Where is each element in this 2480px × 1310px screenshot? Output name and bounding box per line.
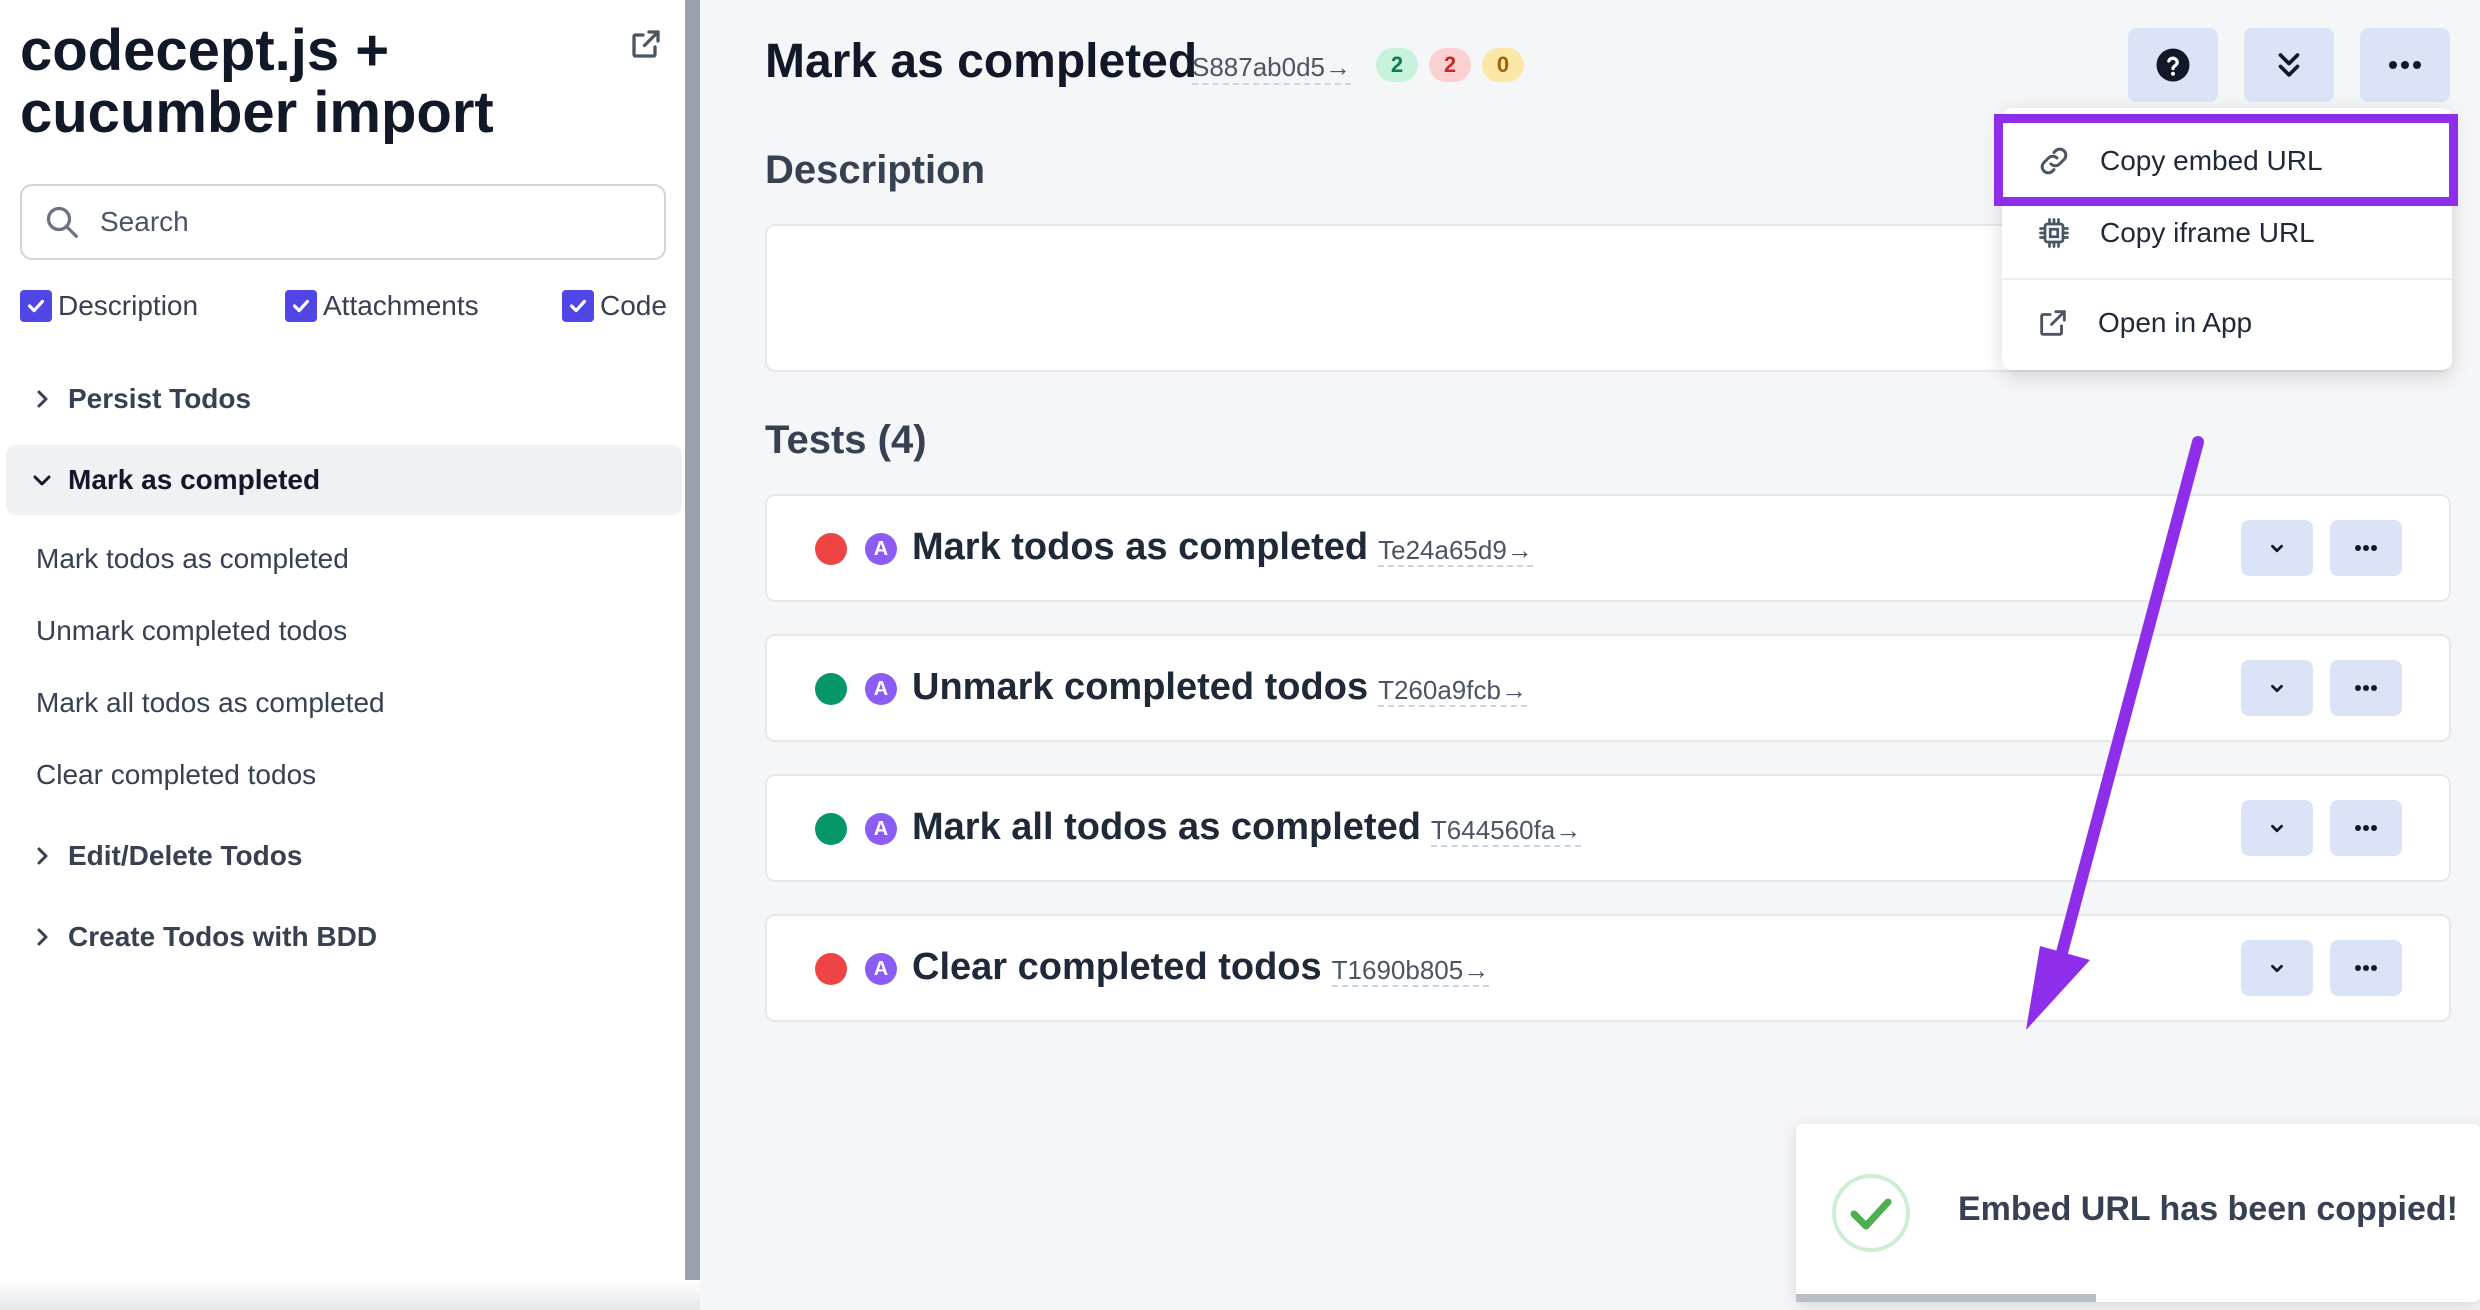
menu-label: Open in App — [2098, 307, 2253, 338]
filter-label: Code — [600, 290, 667, 321]
filter-code[interactable]: Code — [562, 290, 667, 322]
collapse-all-button[interactable] — [2244, 28, 2334, 102]
filter-attachments[interactable]: Attachments — [285, 290, 479, 322]
suite-id-link[interactable]: S887ab0d5→ — [1192, 52, 1352, 85]
status-passed-dot — [815, 813, 847, 845]
external-link-icon[interactable] — [628, 26, 664, 62]
filter-label: Description — [58, 290, 199, 321]
test-title[interactable]: Mark todos as completed Te24a65d9→ — [912, 526, 1533, 569]
more-horizontal-icon — [2355, 545, 2377, 551]
chevrons-down-icon — [2278, 53, 2300, 77]
description-heading: Description — [765, 148, 986, 192]
test-id-link[interactable]: T644560fa→ — [1430, 815, 1582, 847]
test-title[interactable]: Mark all todos as completed T644560fa→ — [912, 806, 1582, 849]
project-title: codecept.js + cucumber import — [20, 18, 494, 145]
tests-heading: Tests (4) — [765, 418, 927, 462]
checkbox-checked-icon[interactable] — [20, 290, 52, 322]
expand-test-button[interactable] — [2241, 660, 2313, 716]
automated-badge: A — [865, 953, 897, 985]
test-row[interactable]: A Mark todos as completed Te24a65d9→ — [765, 494, 2451, 602]
search-box[interactable] — [20, 184, 666, 260]
tree-suite-create-todos-bdd[interactable]: Create Todos with BDD — [0, 902, 682, 972]
chevron-down-icon — [2271, 544, 2283, 553]
test-row[interactable]: A Clear completed todos T1690b805→ — [765, 914, 2451, 1022]
tree-label: Mark as completed — [68, 464, 321, 495]
more-horizontal-icon — [2355, 965, 2377, 971]
tree-test-item[interactable]: Mark todos as completed — [36, 543, 349, 575]
suite-title: Mark as completed — [765, 35, 1198, 88]
chevron-right-icon — [37, 390, 48, 408]
search-icon — [46, 206, 78, 238]
tree-label: Persist Todos — [68, 383, 252, 414]
tree-test-item[interactable]: Unmark completed todos — [36, 615, 347, 647]
expand-test-button[interactable] — [2241, 800, 2313, 856]
status-passed-dot — [815, 673, 847, 705]
automated-badge: A — [865, 813, 897, 845]
test-more-button[interactable] — [2330, 520, 2402, 576]
more-horizontal-icon — [2389, 61, 2421, 69]
passed-count-badge: 2 — [1376, 48, 1418, 82]
automated-badge: A — [865, 533, 897, 565]
more-horizontal-icon — [2355, 825, 2377, 831]
menu-label: Copy iframe URL — [2100, 217, 2315, 248]
filter-description[interactable]: Description — [20, 290, 198, 322]
chevron-down-icon — [2271, 964, 2283, 973]
toast-notification: Embed URL has been coppied! — [1796, 1124, 2480, 1302]
chip-icon — [2039, 218, 2069, 248]
annotation-highlight-box — [1994, 114, 2458, 206]
test-more-button[interactable] — [2330, 940, 2402, 996]
help-circle-icon — [2156, 48, 2190, 82]
test-id-link[interactable]: Te24a65d9→ — [1378, 535, 1533, 567]
test-title[interactable]: Unmark completed todos T260a9fcb→ — [912, 666, 1527, 709]
status-failed-dot — [815, 533, 847, 565]
test-name-text: Mark all todos as completed — [912, 806, 1421, 848]
skipped-count-badge: 0 — [1482, 48, 1524, 82]
test-id-link[interactable]: T1690b805→ — [1331, 955, 1490, 987]
chevron-down-icon — [2271, 824, 2283, 833]
tree-test-item[interactable]: Clear completed todos — [36, 759, 316, 791]
menu-open-in-app[interactable]: Open in App — [2002, 280, 2452, 366]
help-button[interactable] — [2128, 28, 2218, 102]
test-row[interactable]: A Mark all todos as completed T644560fa→ — [765, 774, 2451, 882]
more-horizontal-icon — [2355, 685, 2377, 691]
sidebar: codecept.js + cucumber import Descriptio… — [0, 0, 700, 1310]
expand-test-button[interactable] — [2241, 940, 2313, 996]
tree-suite-mark-as-completed[interactable]: Mark as completed — [6, 445, 682, 515]
expand-test-button[interactable] — [2241, 520, 2313, 576]
chevron-right-icon — [37, 928, 48, 946]
tree-suite-edit-delete-todos[interactable]: Edit/Delete Todos — [0, 821, 682, 891]
search-input[interactable] — [100, 206, 620, 238]
filter-checkboxes: Description Attachments Code — [20, 290, 667, 330]
chevron-right-icon — [37, 847, 48, 865]
toast-progress-bar — [1796, 1294, 2096, 1302]
test-id-link[interactable]: T260a9fcb→ — [1378, 675, 1527, 707]
toast-message: Embed URL has been coppied! — [1958, 1190, 2459, 1228]
automated-badge: A — [865, 673, 897, 705]
chevron-down-icon — [2271, 684, 2283, 693]
external-link-icon — [2040, 310, 2066, 336]
checkbox-checked-icon[interactable] — [285, 290, 317, 322]
tree-label: Edit/Delete Todos — [68, 840, 303, 871]
status-failed-dot — [815, 953, 847, 985]
success-check-icon — [1832, 1174, 1910, 1252]
tree-label: Create Todos with BDD — [68, 921, 378, 952]
test-row[interactable]: A Unmark completed todos T260a9fcb→ — [765, 634, 2451, 742]
test-more-button[interactable] — [2330, 800, 2402, 856]
chevron-down-icon — [33, 475, 51, 486]
test-name-text: Clear completed todos — [912, 946, 1322, 988]
tree-suite-persist-todos[interactable]: Persist Todos — [0, 364, 682, 434]
failed-count-badge: 2 — [1429, 48, 1471, 82]
tree-test-item[interactable]: Mark all todos as completed — [36, 687, 385, 719]
test-name-text: Mark todos as completed — [912, 526, 1369, 568]
more-options-button[interactable] — [2360, 28, 2450, 102]
filter-label: Attachments — [323, 290, 479, 321]
test-more-button[interactable] — [2330, 660, 2402, 716]
sidebar-bottom-fade — [0, 1280, 700, 1310]
test-name-text: Unmark completed todos — [912, 666, 1369, 708]
test-title[interactable]: Clear completed todos T1690b805→ — [912, 946, 1490, 989]
checkbox-checked-icon[interactable] — [562, 290, 594, 322]
